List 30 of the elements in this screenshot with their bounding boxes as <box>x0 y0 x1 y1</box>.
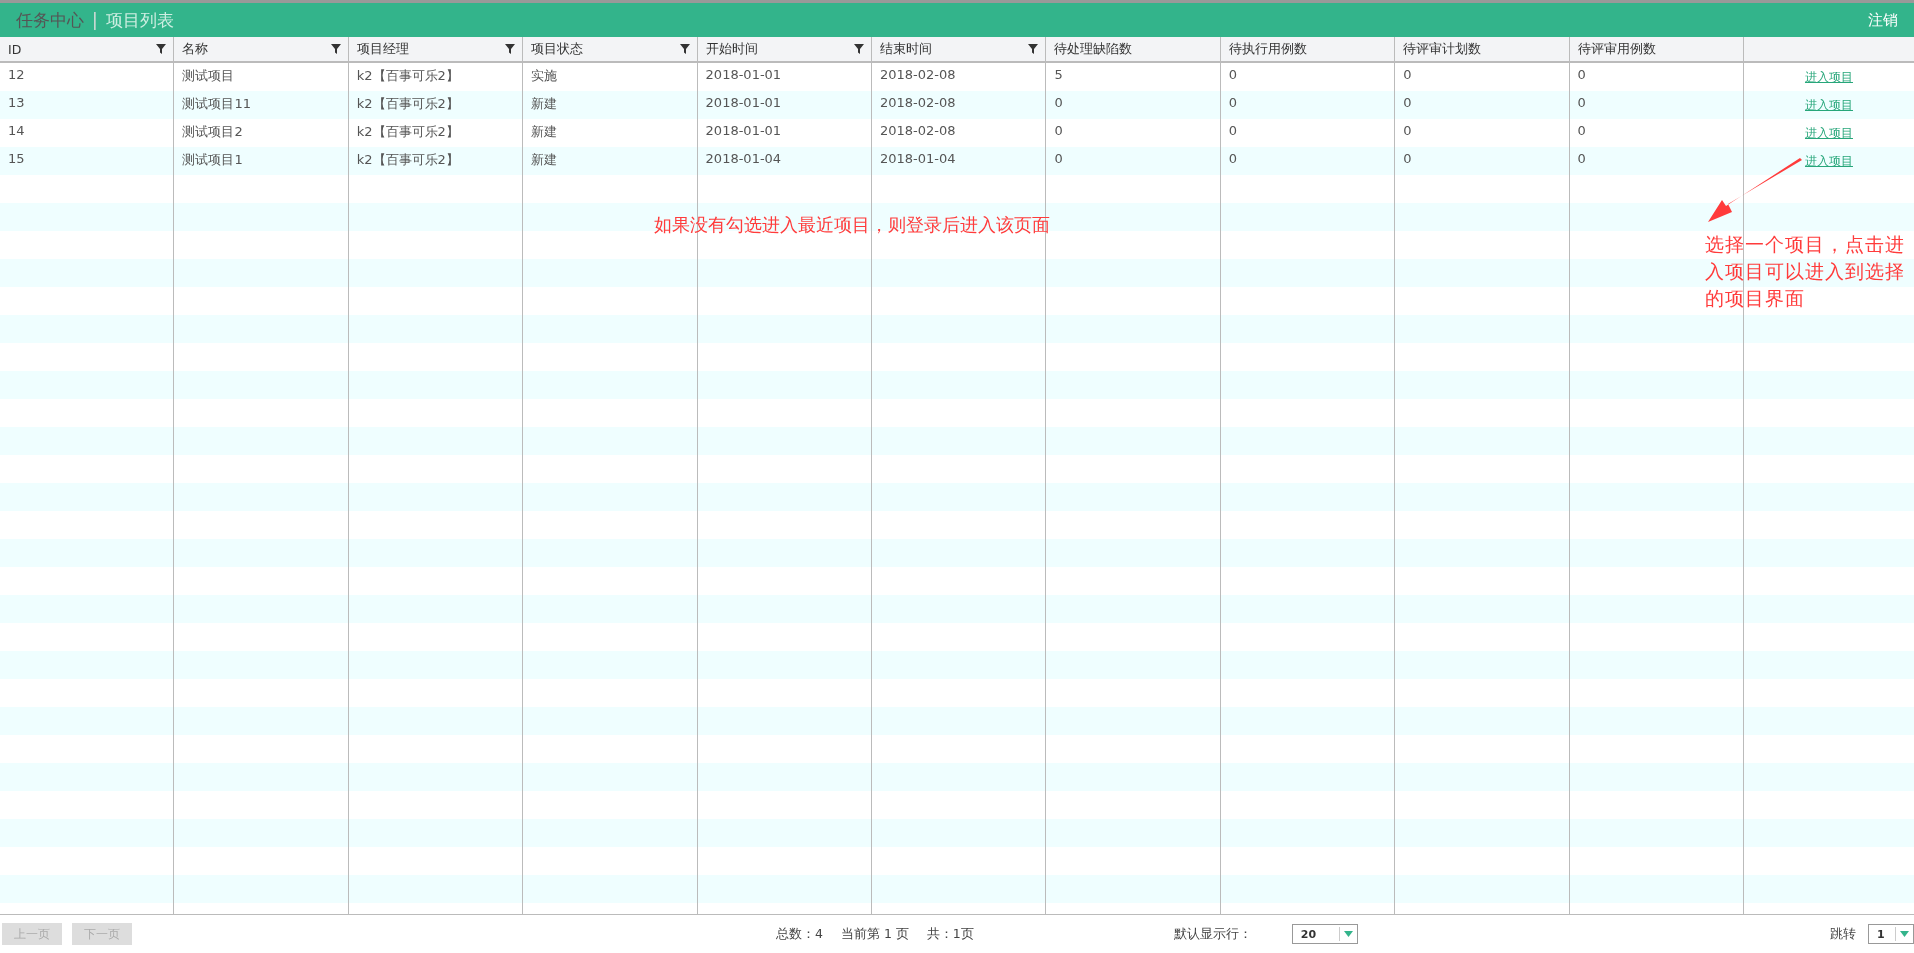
page-count: 共：1页 <box>926 925 974 943</box>
title-separator: | <box>92 10 98 30</box>
column-header[interactable]: 待评审用例数 <box>1569 37 1744 63</box>
filter-icon[interactable] <box>1027 43 1040 55</box>
rows-per-page-label: 默认显示行： <box>1173 925 1252 943</box>
dropdown-caret-icon <box>1900 931 1909 937</box>
column-header[interactable]: 名称 <box>174 37 349 63</box>
filter-icon[interactable] <box>329 43 342 55</box>
filter-icon[interactable] <box>853 43 865 55</box>
filter-icon[interactable] <box>504 43 517 55</box>
column-header[interactable]: 开始时间 <box>697 37 872 63</box>
page-subtitle: 项目列表 <box>105 8 174 32</box>
column-header[interactable]: 待执行用例数 <box>1220 37 1396 63</box>
annotation-text: 选择一个项目，点击进入项目可以进入到选择的项目界面 <box>1705 232 1906 311</box>
rows-per-page-select[interactable]: 20 <box>1291 924 1358 944</box>
filter-icon[interactable] <box>678 43 691 55</box>
column-header[interactable]: ID <box>0 37 175 63</box>
filter-icon[interactable] <box>155 43 168 55</box>
column-header[interactable]: 待评审计划数 <box>1395 37 1570 63</box>
current-page: 当前第 1 页 <box>840 925 909 943</box>
jump-label: 跳转 <box>1830 925 1856 943</box>
annotation-text: 如果没有勾选进入最近项目，则登录后进入该页面 <box>654 213 1050 237</box>
column-header[interactable]: 项目经理 <box>348 37 524 63</box>
page-title: 任务中心 <box>16 8 84 32</box>
column-header[interactable]: 待处理缺陷数 <box>1046 37 1221 63</box>
column-header[interactable]: 结束时间 <box>872 37 1047 63</box>
page-jump-select[interactable]: 1 <box>1868 924 1914 944</box>
total-count: 总数：4 <box>776 925 823 943</box>
column-header[interactable]: 项目状态 <box>523 37 698 63</box>
dropdown-caret-icon <box>1343 931 1353 937</box>
